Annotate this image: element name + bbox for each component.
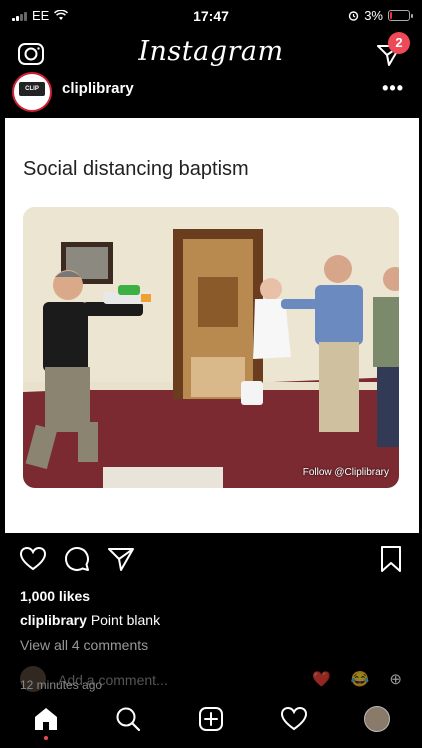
view-comments-link[interactable]: View all 4 comments [20, 637, 148, 653]
quick-reaction-laugh[interactable]: 😂 [351, 670, 370, 688]
add-post-icon[interactable] [196, 704, 226, 734]
dm-notification-badge: 2 [388, 32, 410, 54]
home-icon[interactable] [31, 704, 61, 734]
more-options-icon[interactable]: ••• [382, 78, 404, 99]
like-count[interactable]: 1,000 likes [20, 588, 90, 604]
post-avatar[interactable]: CLIP [12, 72, 52, 112]
instagram-logo: Instagram [138, 36, 284, 67]
share-icon[interactable] [106, 544, 136, 574]
battery-level [390, 12, 392, 19]
battery-icon [388, 10, 413, 21]
alarm-icon [349, 11, 359, 21]
search-icon[interactable] [113, 704, 143, 734]
like-heart-icon[interactable] [18, 544, 48, 574]
post-actions [0, 540, 422, 580]
activity-heart-icon[interactable] [279, 704, 309, 734]
avatar-logo-text: CLIP [19, 82, 45, 96]
bottom-tab-bar [0, 694, 422, 748]
photo-illustration [23, 207, 399, 488]
status-bar: EE 17:47 3% [0, 0, 422, 30]
post-media[interactable]: Social distancing baptism Follow @Clipli… [5, 118, 419, 533]
caption-text: Point blank [90, 612, 161, 628]
image-caption-title: Social distancing baptism [23, 158, 249, 180]
profile-avatar[interactable] [364, 706, 390, 732]
post-photo: Follow @Cliplibrary [23, 207, 399, 488]
quick-reaction-heart[interactable]: ❤️ [312, 670, 331, 688]
app-header: Instagram 2 [0, 30, 422, 76]
battery-percent: 3% [364, 8, 383, 23]
quick-reaction-add[interactable]: ⊕ [389, 670, 402, 688]
post-timestamp: 12 minutes ago [20, 678, 103, 692]
add-comment-row: Add a comment... 12 minutes ago ❤️ 😂 ⊕ [0, 664, 422, 694]
home-active-indicator [44, 736, 48, 740]
caption-username[interactable]: cliplibrary [20, 612, 87, 628]
comment-icon[interactable] [62, 544, 92, 574]
post-caption: cliplibrary Point blank [20, 612, 160, 628]
status-right: 3% [348, 8, 413, 23]
quick-reactions: ❤️ 😂 ⊕ [312, 670, 402, 688]
save-bookmark-icon[interactable] [376, 544, 406, 574]
post-username[interactable]: cliplibrary [62, 80, 134, 97]
post-header: CLIP cliplibrary ••• [0, 72, 422, 116]
photo-watermark: Follow @Cliplibrary [302, 467, 389, 478]
